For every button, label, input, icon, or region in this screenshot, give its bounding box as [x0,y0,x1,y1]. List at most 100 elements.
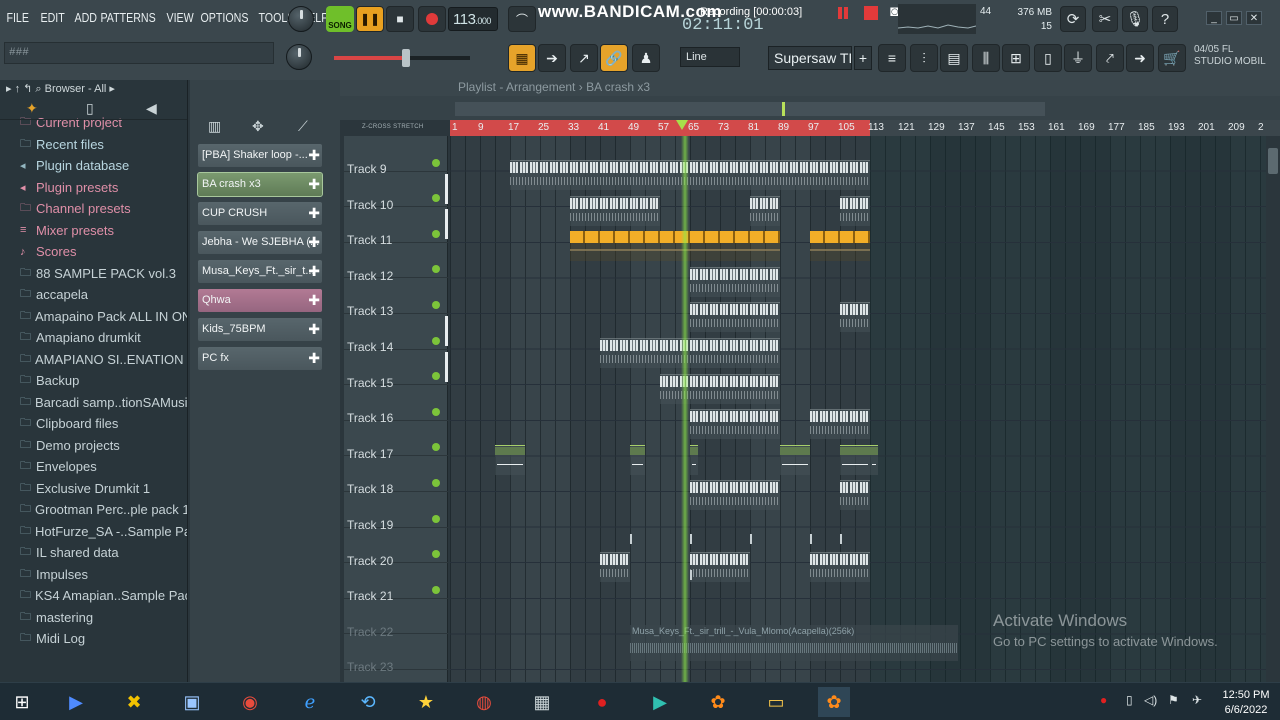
menu-add[interactable]: ADD [72,10,97,25]
track-mute-led[interactable] [432,336,440,345]
piano-icon[interactable]: ▥ [208,118,221,135]
add-clip-icon[interactable]: ✚ [308,147,320,164]
playlist-clip[interactable] [690,551,750,582]
browser-button[interactable]: ⊞ [1002,44,1030,72]
browser-item[interactable]: 🗀 Amapiano drumkit [0,327,187,349]
preset-add-button[interactable]: + [854,46,872,70]
shop-button[interactable]: 🛒 [1158,44,1186,72]
track-header[interactable]: Track 17 [344,421,448,461]
tray-network-icon[interactable]: ⚑ [1168,693,1179,707]
track-mute-led[interactable] [432,372,440,381]
taskbar-app-2[interactable]: ✖ [118,687,150,717]
picker-clip[interactable]: Qhwa ✚ [198,289,322,312]
add-clip-icon[interactable]: ✚ [308,292,320,309]
short-clip-marker[interactable] [630,534,632,544]
browser-item[interactable]: 🗀 HotFurze_SA -..Sample Pack) [0,521,187,543]
snap-select[interactable]: Line [680,47,740,67]
automation-clip[interactable] [495,444,525,475]
taskbar-fl-studio-1[interactable]: ✿ [702,687,734,717]
vertical-scrollbar[interactable] [1266,136,1280,682]
play-button[interactable]: ❚❚ [356,6,384,32]
short-clip-marker[interactable] [810,534,812,544]
tray-record-icon[interactable]: ● [1100,693,1107,707]
start-button[interactable]: ⊞ [6,687,38,717]
picker-clip[interactable]: Jebha - We SJEBHA (... ✚ [198,231,322,254]
add-clip-icon[interactable]: ✚ [308,321,320,338]
master-pitch-slider[interactable] [334,49,470,67]
automation-clip[interactable] [870,444,878,475]
minimize-button[interactable]: _ [1206,11,1222,25]
record-button[interactable] [418,6,446,32]
taskbar-chrome[interactable]: ◉ [234,687,266,717]
taskbar-explorer[interactable]: ▭ [760,687,792,717]
speaker-icon[interactable]: ◀ [146,100,157,117]
short-clip-marker[interactable] [840,534,842,544]
playlist-clip[interactable] [600,551,630,582]
playlist-clip[interactable] [840,480,870,511]
taskbar-app-8[interactable]: ◍ [468,687,500,717]
link-tool-button[interactable]: 🔗 [600,44,628,72]
track-mute-led[interactable] [432,300,440,309]
close-window-button[interactable]: ✕ [1246,11,1262,25]
track-mute-led[interactable] [432,585,440,594]
microphone-button[interactable]: 🎙 [1122,6,1148,32]
track-header[interactable]: Track 15 [344,350,448,390]
arrow-tool-button[interactable]: ➔ [538,44,566,72]
taskbar-bandicam[interactable]: ● [586,687,618,717]
browser-item[interactable]: 🗀 Channel presets [0,198,187,220]
browser-item[interactable]: 🗀 Envelopes [0,456,187,478]
browser-item[interactable]: 🗀 Clipboard files [0,413,187,435]
tray-plane-icon[interactable]: ✈ [1192,693,1202,707]
menu-tools[interactable]: TOOLS [256,10,294,25]
refresh-button[interactable]: ⟳ [1060,6,1086,32]
plugin-button[interactable]: ⏚ [1064,44,1092,72]
maximize-button[interactable]: ▭ [1226,11,1242,25]
browser-item[interactable]: 🗀 Impulses [0,564,187,586]
playlist-clip[interactable] [660,373,780,404]
menu-options[interactable]: OPTIONS [198,10,248,25]
pitch-slider-thumb[interactable] [402,49,410,67]
tempo-tapper-button[interactable]: ⤤ [1096,44,1124,72]
track-header[interactable]: Track 9 [344,136,448,176]
browser-item[interactable]: 🗀 Demo projects [0,435,187,457]
master-pitch-knob[interactable] [286,44,312,70]
mixer-window-button[interactable]: ≡ [878,44,906,72]
add-clip-icon[interactable]: ✚ [308,205,320,222]
mixer-button[interactable]: ⫼ [972,44,1000,72]
file-icon[interactable]: ▯ [86,100,94,117]
taskbar-app-9[interactable]: ▦ [526,687,558,717]
project-button[interactable]: ▯ [1034,44,1062,72]
sparkle-icon[interactable]: ✦ [26,100,38,117]
browser-item[interactable]: ◂ Plugin presets [0,177,187,199]
browser-item[interactable]: 🗀 mastering [0,607,187,629]
track-mute-led[interactable] [432,229,440,238]
playlist-clip[interactable] [510,160,870,190]
track-header[interactable]: Track 10 [344,172,448,212]
playlist-grid[interactable]: Musa_Keys_Ft._sir_trill_-_Vula_Mlomo(Aca… [450,136,1266,682]
picker-clip[interactable]: BA crash x3 ✚ [197,172,323,197]
add-clip-icon[interactable]: ✚ [308,234,320,251]
track-header[interactable]: Track 16 [344,385,448,425]
browser-item[interactable]: 🗀 Exclusive Drumkit 1 [0,478,187,500]
browser-item[interactable]: ♪ Scores [0,241,187,263]
snap-icon[interactable]: ✥ [252,118,264,135]
track-header[interactable]: Track 12 [344,243,448,283]
playlist-clip[interactable] [690,480,780,511]
help-button[interactable]: ? [1152,6,1178,32]
slide-tool-button[interactable]: ↗ [570,44,598,72]
track-mute-led[interactable] [432,550,440,559]
track-header[interactable]: Track 20 [344,528,448,568]
metronome-button[interactable]: ⌒ [508,6,536,32]
track-mute-led[interactable] [432,443,440,452]
menu-edit[interactable]: EDIT [38,10,66,25]
automation-clip[interactable] [840,444,870,475]
track-header[interactable]: Track 19 [344,492,448,532]
browser-item[interactable]: ◂ Plugin database [0,155,187,177]
track-mute-led[interactable] [432,407,440,416]
picker-clip[interactable]: Musa_Keys_Ft._sir_t... ✚ [198,260,322,283]
add-clip-icon[interactable]: ✚ [308,176,320,193]
menu-view[interactable]: VIEW [164,10,193,25]
taskbar-app-7[interactable]: ★ [410,687,442,717]
taskbar-app-6[interactable]: ⟲ [352,687,384,717]
track-header[interactable]: Track 22 [344,599,448,639]
